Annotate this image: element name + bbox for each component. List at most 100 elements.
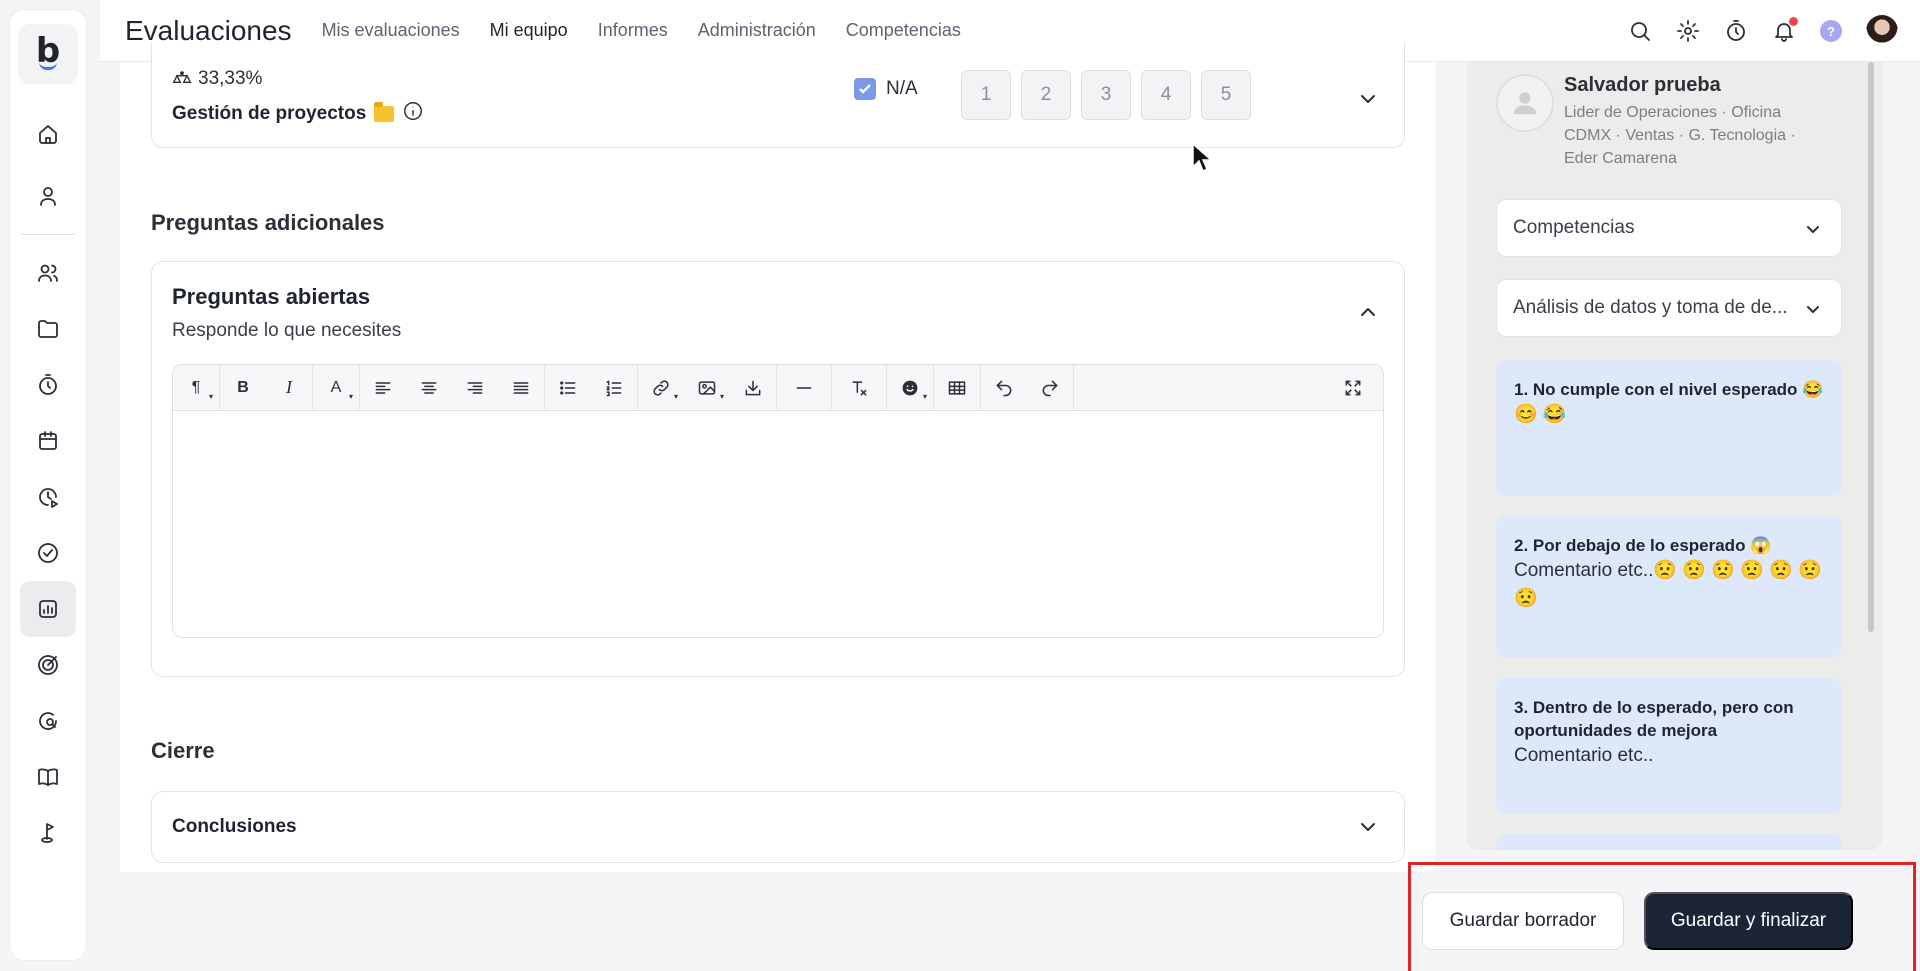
competency-select[interactable]: Análisis de datos y toma de de...	[1496, 279, 1842, 337]
folder-icon[interactable]	[20, 301, 76, 357]
rating-scale: 1 2 3 4 5	[961, 70, 1251, 120]
bullet-list-icon[interactable]	[545, 365, 591, 411]
golf-icon[interactable]	[20, 805, 76, 861]
bell-icon[interactable]	[1772, 17, 1798, 43]
app-logo[interactable]: b	[18, 24, 78, 84]
chevron-down-icon[interactable]	[1356, 87, 1380, 111]
help-label: ?	[1820, 20, 1842, 42]
info-icon[interactable]	[402, 100, 424, 128]
clock-play-icon[interactable]	[20, 469, 76, 525]
rating-option-4[interactable]: 4	[1141, 70, 1191, 120]
toolbar-group-clear	[832, 365, 887, 411]
conclusions-title: Conclusiones	[172, 816, 297, 837]
toolbar-group-history	[981, 365, 1074, 411]
competency-card: 33,33% Gestión de proyectos N/A 1 2 3 4 …	[151, 42, 1405, 148]
book-icon[interactable]	[20, 749, 76, 805]
italic-button[interactable]: I	[266, 365, 312, 411]
evaluatee-panel: Salvador prueba Lider de Operaciones · O…	[1466, 62, 1882, 850]
rating-option-5[interactable]: 5	[1201, 70, 1251, 120]
timer-icon[interactable]	[20, 357, 76, 413]
level-title: 1. No cumple con el nivel esperado 😂	[1514, 380, 1824, 399]
level-comment: Comentario etc..	[1514, 745, 1654, 766]
font-color-button[interactable]: A ▾	[313, 365, 359, 411]
level-card-1: 1. No cumple con el nivel esperado 😂 😊 😂	[1496, 360, 1842, 496]
home-icon[interactable]	[20, 106, 76, 162]
chevron-up-icon[interactable]	[1356, 300, 1380, 324]
level-card-2: 2. Por debajo de lo esperado 😱 Comentari…	[1496, 516, 1842, 658]
rating-option-1[interactable]: 1	[961, 70, 1011, 120]
competency-weight: 33,33%	[172, 68, 262, 90]
search-icon[interactable]	[1628, 19, 1652, 43]
na-checkbox-field[interactable]: N/A	[854, 78, 918, 100]
toolbar-group-lists	[545, 365, 638, 411]
calendar-icon[interactable]	[20, 413, 76, 469]
open-questions-card: Preguntas abiertas Responde lo que neces…	[151, 261, 1405, 677]
toolbar-group-table	[934, 365, 981, 411]
check-circle-icon[interactable]	[20, 525, 76, 581]
evaluation-form: 33,33% Gestión de proyectos N/A 1 2 3 4 …	[120, 42, 1435, 872]
bold-button[interactable]: B	[220, 365, 266, 411]
download-icon[interactable]	[730, 365, 776, 411]
help-icon[interactable]: ?	[1820, 20, 1842, 42]
align-right-icon[interactable]	[452, 365, 498, 411]
level-card-4	[1496, 834, 1842, 850]
chevron-down-icon[interactable]	[1356, 815, 1380, 839]
level-comment: Comentario etc..😟 😟 😟 😟 😟 😟 😟	[1514, 560, 1822, 609]
rating-option-3[interactable]: 3	[1081, 70, 1131, 120]
chevron-down-icon	[1801, 297, 1825, 321]
stopwatch-icon[interactable]	[1724, 19, 1748, 43]
emoji-icon[interactable]: ▾	[887, 365, 933, 411]
level-comment: 😊 😂	[1514, 404, 1567, 425]
chart-icon[interactable]	[20, 581, 76, 637]
user-icon[interactable]	[20, 168, 76, 224]
gear-icon[interactable]	[1676, 19, 1700, 43]
category-select[interactable]: Competencias	[1496, 199, 1842, 257]
evaluatee-description: Lider de Operaciones · Oficina CDMX · Ve…	[1564, 104, 1796, 167]
competency-weight-value: 33,33%	[198, 68, 263, 89]
toolbar-group-emoji: ▾	[887, 365, 934, 411]
table-icon[interactable]	[934, 365, 980, 411]
toolbar-group-insert: ▾ ▾	[638, 365, 777, 411]
panel-scrollbar[interactable]	[1868, 62, 1874, 632]
notification-dot	[1789, 17, 1798, 26]
category-select-value: Competencias	[1513, 217, 1635, 238]
na-checkbox[interactable]	[854, 78, 876, 100]
mouse-cursor-icon	[1192, 143, 1212, 173]
fullscreen-icon[interactable]	[1343, 365, 1363, 411]
link-icon[interactable]: ▾	[638, 365, 684, 411]
paragraph-format-button[interactable]: ¶ ▾	[173, 365, 219, 411]
horizontal-rule-icon[interactable]	[777, 365, 831, 411]
numbered-list-icon[interactable]	[591, 365, 637, 411]
sidebar-divider	[20, 234, 76, 235]
level-card-3: 3. Dentro de lo esperado, pero con oport…	[1496, 678, 1842, 814]
avatar	[1496, 74, 1554, 132]
chat-search-icon[interactable]	[20, 693, 76, 749]
redo-icon[interactable]	[1027, 365, 1073, 411]
competency-title-text: Gestión de proyectos	[172, 103, 367, 124]
user-placeholder-icon	[1513, 92, 1537, 115]
align-left-icon[interactable]	[360, 365, 406, 411]
image-icon[interactable]: ▾	[684, 365, 730, 411]
editor-content-area[interactable]	[173, 411, 1383, 637]
align-center-icon[interactable]	[406, 365, 452, 411]
conclusions-card[interactable]: Conclusiones	[151, 791, 1405, 863]
toolbar-group-hr	[777, 365, 832, 411]
open-questions-subtitle: Responde lo que necesites	[172, 320, 402, 341]
toolbar-group-text-style: B I	[220, 365, 313, 411]
save-draft-button[interactable]: Guardar borrador	[1422, 892, 1624, 950]
align-justify-icon[interactable]	[498, 365, 544, 411]
toolbar-group-font-color: A ▾	[313, 365, 360, 411]
competency-select-value: Análisis de datos y toma de de...	[1513, 297, 1788, 318]
na-label: N/A	[886, 78, 918, 99]
folder-emoji-icon	[374, 102, 395, 122]
users-icon[interactable]	[20, 245, 76, 301]
target-icon[interactable]	[20, 637, 76, 693]
avatar[interactable]	[1866, 15, 1898, 47]
evaluatee-info: Salvador prueba Lider de Operaciones · O…	[1496, 74, 1824, 170]
rating-option-2[interactable]: 2	[1021, 70, 1071, 120]
section-title-additional: Preguntas adicionales	[151, 210, 385, 235]
clear-format-icon[interactable]	[832, 365, 886, 411]
scale-weight-icon	[172, 71, 192, 83]
undo-icon[interactable]	[981, 365, 1027, 411]
save-finish-button[interactable]: Guardar y finalizar	[1644, 892, 1853, 950]
